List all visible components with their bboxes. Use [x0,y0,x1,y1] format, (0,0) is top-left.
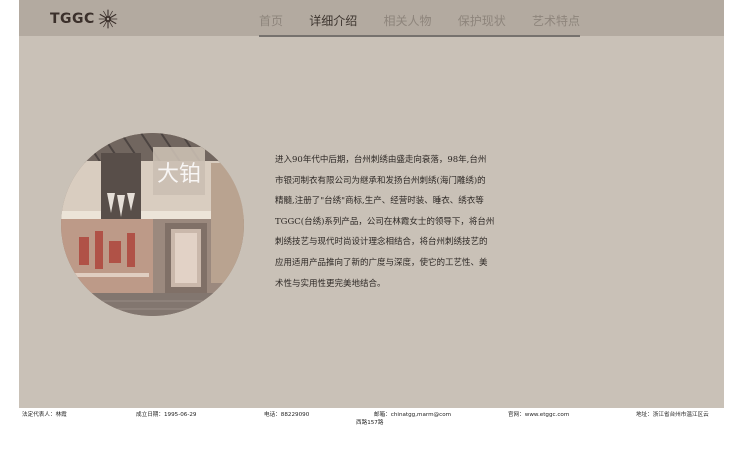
paragraph-line: 市银河制衣有限公司为继承和发扬台州刺绣(海门雕绣)的 [275,175,486,186]
nav-protection-status[interactable]: 保护现状 [458,14,506,28]
site-logo[interactable]: TGGC [50,9,118,29]
snowflake-emblem-icon [98,9,118,29]
footer-address: 地址：浙江省台州市温江区云 [636,412,709,418]
nav-art-features[interactable]: 艺术特点 [532,14,580,28]
paragraph-line: 术性与实用性更完美地结合。 [275,278,386,289]
site-footer: 法定代表人：林霞 成立日期：1995-06-29 电话：88229090 邮箱：… [0,408,750,476]
intro-paragraph: 进入90年代中后期，台州刺绣由盛走向衰落，98年,台州 市银河制衣有限公司为继承… [275,150,511,294]
footer-phone: 电话：88229090 [264,412,310,418]
footer-legal-rep: 法定代表人：林霞 [22,412,67,418]
page-panel: TGGC 首页 详细介绍 相关人物 保护现状 艺术特点 大铂 进入90年代中后期… [19,0,724,408]
nav-home[interactable]: 首页 [259,14,283,28]
main-nav: 首页 详细介绍 相关人物 保护现状 艺术特点 [259,0,580,36]
footer-website[interactable]: 官网：www.etggc.com [508,411,569,420]
paragraph-line: 精髓,注册了"台绣"商标,生产、经营时装、睡衣、绣衣等 [275,196,484,207]
paragraph-line: 进入90年代中后期，台州刺绣由盛走向衰落，98年,台州 [275,155,487,165]
logo-text: TGGC [50,11,95,27]
paragraph-line: 应用适用产品推向了新的广度与深度，使它的工艺性、美 [275,257,488,268]
footer-address-line2: 西路157路 [356,420,384,426]
storefront-photo: 大铂 [61,133,244,316]
nav-underline [259,35,580,37]
paragraph-line: TGGC(台绣)系列产品，公司在林霞女士的领导下，将台州 [275,216,495,227]
footer-founded-date: 成立日期：1995-06-29 [136,412,197,418]
footer-email[interactable]: 邮箱：chinatgg,marm@com [374,411,451,420]
nav-details[interactable]: 详细介绍 [309,14,357,28]
top-navigation-bar: TGGC 首页 详细介绍 相关人物 保护现状 艺术特点 [19,0,724,37]
paragraph-line: 刺绣技艺与现代时尚设计理念相结合，将台州刺绣技艺的 [275,237,488,248]
nav-related-people[interactable]: 相关人物 [383,14,431,28]
